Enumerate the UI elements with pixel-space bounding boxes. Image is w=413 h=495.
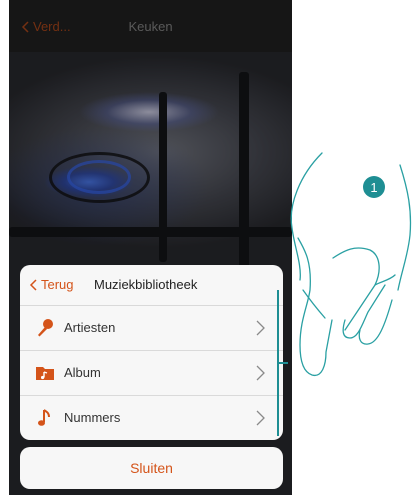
selection-bracket	[277, 290, 288, 436]
step-number-badge: 1	[363, 176, 385, 198]
hand-pointer-illustration	[290, 152, 412, 377]
